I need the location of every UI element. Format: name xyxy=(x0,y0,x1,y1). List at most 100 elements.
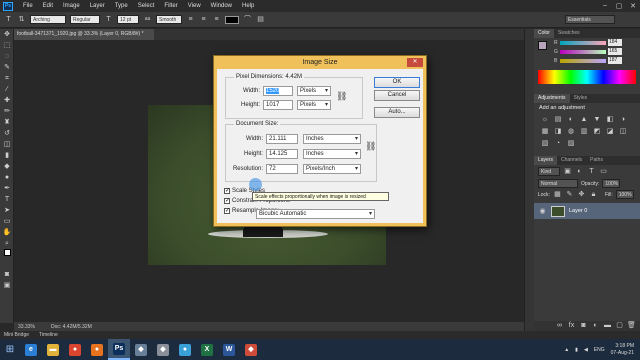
antialias-select[interactable]: Smooth xyxy=(156,15,182,24)
path-select-tool-icon[interactable]: ➤ xyxy=(0,205,14,216)
marquee-tool-icon[interactable]: ⬚ xyxy=(0,40,14,51)
menu-layer[interactable]: Layer xyxy=(85,0,110,12)
menu-type[interactable]: Type xyxy=(110,0,133,12)
width-unit-select[interactable]: Pixels xyxy=(297,86,331,96)
brush-tool-icon[interactable]: ✏ xyxy=(0,106,14,117)
history-brush-icon[interactable]: ↺ xyxy=(0,128,14,139)
filter-shape-icon[interactable]: ▭ xyxy=(599,167,608,176)
menu-file[interactable]: File xyxy=(18,0,38,12)
menu-image[interactable]: Image xyxy=(58,0,85,12)
dodge-tool-icon[interactable]: ● xyxy=(0,172,14,183)
quick-mask-icon[interactable]: ◙ xyxy=(0,269,14,280)
taskbar-app6-button[interactable]: ◆ xyxy=(130,339,152,360)
layer-kind-select[interactable]: Kind xyxy=(538,167,560,176)
zoom-level[interactable]: 33.33% xyxy=(18,324,35,330)
layer-name[interactable]: Layer 0 xyxy=(569,208,587,214)
taskbar-explorer-button[interactable]: ▬ xyxy=(42,339,64,360)
layer-style-icon[interactable]: fx xyxy=(567,321,576,330)
taskbar-app7-button[interactable]: ◆ xyxy=(152,339,174,360)
new-group-icon[interactable]: ▬ xyxy=(603,321,612,330)
height-unit-select[interactable]: Pixels xyxy=(297,100,331,110)
menu-view[interactable]: View xyxy=(183,0,206,12)
foreground-color-swatch[interactable] xyxy=(538,41,547,50)
taskbar-app8-button[interactable]: ● xyxy=(174,339,196,360)
cancel-button[interactable]: Cancel xyxy=(374,90,420,101)
gradient-tool-icon[interactable]: ▮ xyxy=(0,150,14,161)
resolution-unit-select[interactable]: Pixels/Inch xyxy=(303,164,361,174)
tab-layers[interactable]: Layers xyxy=(534,156,558,165)
doc-height-unit-select[interactable]: Inches xyxy=(303,149,361,159)
tab-swatches[interactable]: Swatches xyxy=(554,29,584,38)
adjustment-icon[interactable]: ◩ xyxy=(592,127,602,136)
warp-text-icon[interactable]: ⌒ xyxy=(243,15,252,24)
type-tool-icon[interactable]: T xyxy=(4,15,13,24)
link-layers-icon[interactable]: ∞ xyxy=(555,321,564,330)
taskbar-ie-button[interactable]: e xyxy=(20,339,42,360)
tab-color[interactable]: Color xyxy=(534,29,554,38)
taskbar-chrome-button[interactable]: ● xyxy=(64,339,86,360)
adjustment-icon[interactable]: ▦ xyxy=(540,127,550,136)
align-left-icon[interactable]: ≡ xyxy=(186,15,195,24)
orientation-icon[interactable]: ⇅ xyxy=(17,15,26,24)
align-center-icon[interactable]: ≡ xyxy=(199,15,208,24)
character-panel-icon[interactable]: ▤ xyxy=(256,15,265,24)
close-window-icon[interactable]: ✕ xyxy=(626,2,640,10)
menu-select[interactable]: Select xyxy=(133,0,160,12)
color-spectrum-bar[interactable] xyxy=(538,70,636,84)
zoom-tool-icon[interactable]: ⌕ xyxy=(0,238,14,249)
taskbar-excel-button[interactable]: X xyxy=(196,339,218,360)
taskbar-word-button[interactable]: W xyxy=(218,339,240,360)
healing-tool-icon[interactable]: ✚ xyxy=(0,95,14,106)
stamp-tool-icon[interactable]: ♜ xyxy=(0,117,14,128)
menu-filter[interactable]: Filter xyxy=(159,0,182,12)
eyedropper-tool-icon[interactable]: ⁄ xyxy=(0,84,14,95)
resolution-input[interactable]: 72 xyxy=(266,164,298,174)
taskbar-firefox-button[interactable]: ● xyxy=(86,339,108,360)
document-tab[interactable]: football-3471371_1920.jpg @ 33.3% (Layer… xyxy=(14,29,154,40)
fill-input[interactable]: 100% xyxy=(615,190,634,199)
font-family-select[interactable]: Arching xyxy=(30,15,66,24)
hand-tool-icon[interactable]: ✋ xyxy=(0,227,14,238)
adjustment-icon[interactable]: ▤ xyxy=(553,115,563,124)
blur-tool-icon[interactable]: ◆ xyxy=(0,161,14,172)
new-adjustment-icon[interactable]: ◐ xyxy=(591,321,600,330)
minimize-icon[interactable]: – xyxy=(598,2,612,10)
eraser-tool-icon[interactable]: ◫ xyxy=(0,139,14,150)
doc-width-unit-select[interactable]: Inches xyxy=(303,134,361,144)
adjustment-icon[interactable]: ◪ xyxy=(605,127,615,136)
shape-tool-icon[interactable]: ▭ xyxy=(0,216,14,227)
color-r-slider[interactable] xyxy=(560,40,606,45)
lasso-tool-icon[interactable]: ◌ xyxy=(0,51,14,62)
lock-transparency-icon[interactable]: ▦ xyxy=(553,190,562,199)
language-indicator[interactable]: ENG xyxy=(594,347,605,353)
adjustment-icon[interactable]: ▧ xyxy=(540,139,550,148)
quick-select-tool-icon[interactable]: ✎ xyxy=(0,62,14,73)
resample-method-select[interactable]: Bicubic Automatic xyxy=(256,209,375,219)
adjustment-icon[interactable]: ◧ xyxy=(605,115,615,124)
adjustment-icon[interactable]: ◔ xyxy=(553,139,563,148)
align-right-icon[interactable]: ≡ xyxy=(212,15,221,24)
lock-position-icon[interactable]: ✥ xyxy=(577,190,586,199)
adjustment-icon[interactable]: ▲ xyxy=(579,115,589,124)
visibility-eye-icon[interactable]: ◉ xyxy=(538,207,547,216)
clock[interactable]: 3:18 PM 07-Aug-21 xyxy=(611,343,634,357)
blend-mode-select[interactable]: Normal xyxy=(538,179,578,188)
filter-type-icon[interactable]: T xyxy=(587,167,596,176)
font-style-select[interactable]: Regular xyxy=(70,15,100,24)
auto-button[interactable]: Auto... xyxy=(374,107,420,118)
font-size-select[interactable]: 12 pt xyxy=(117,15,139,24)
start-button-icon[interactable]: ⊞ xyxy=(0,339,20,360)
opacity-input[interactable]: 100% xyxy=(602,179,621,188)
height-input[interactable]: 1017 xyxy=(263,100,293,110)
lock-all-icon[interactable]: 🔒︎ xyxy=(589,190,598,199)
tray-up-arrow-icon[interactable]: ▲ xyxy=(564,347,569,353)
filter-adjust-icon[interactable]: ◐ xyxy=(575,167,584,176)
type-tool-icon-side[interactable]: T xyxy=(0,194,14,205)
pen-tool-icon[interactable]: ✒ xyxy=(0,183,14,194)
doc-info[interactable]: Doc: 4.42M/5.32M xyxy=(51,324,92,330)
tab-styles[interactable]: Styles xyxy=(570,94,592,103)
dialog-close-button[interactable]: ✕ xyxy=(407,58,423,67)
adjustment-icon[interactable]: ☼ xyxy=(540,115,550,124)
mini-bridge-tab[interactable]: Mini Bridge xyxy=(4,332,29,338)
color-b-value[interactable]: 187 xyxy=(608,57,622,64)
